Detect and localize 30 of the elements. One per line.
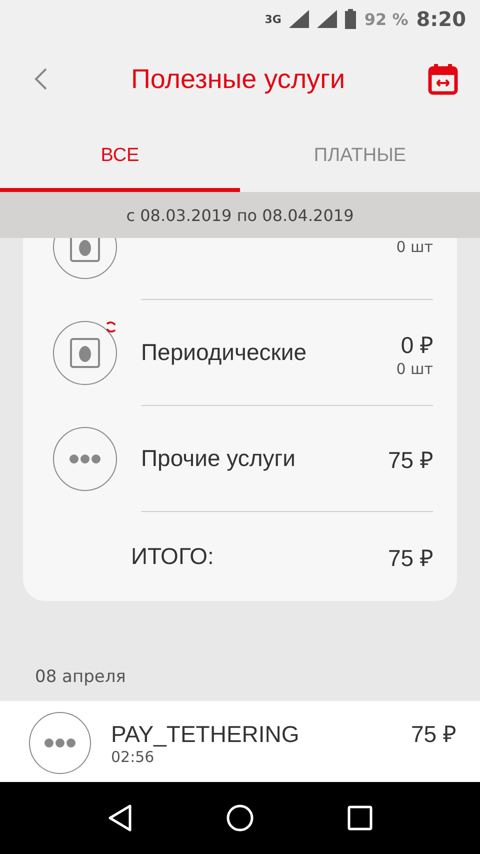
category-count: 0 шт — [396, 360, 433, 378]
refresh-icon — [104, 320, 118, 334]
transaction-amount: 75 ₽ — [411, 720, 456, 749]
period-text: с 08.03.2019 по 08.04.2019 — [126, 206, 354, 224]
transaction-name: PAY_TETHERING — [111, 720, 300, 748]
category-name: Прочие услуги — [141, 445, 297, 472]
network-type: 3G — [264, 12, 282, 26]
transaction-time: 02:56 — [111, 748, 156, 766]
more-icon — [69, 454, 101, 464]
battery-percent: 92 % — [364, 10, 408, 28]
category-amount: 75 ₽ — [388, 446, 433, 474]
home-icon[interactable] — [226, 804, 254, 832]
sim-card-icon — [70, 238, 100, 262]
category-count: 0 шт — [396, 238, 433, 256]
total-label: ИТОГО: — [131, 543, 215, 570]
battery-icon — [345, 9, 356, 29]
category-name: Периодические — [141, 339, 308, 366]
page-title: Полезные услуги — [130, 64, 346, 94]
back-icon[interactable] — [106, 804, 133, 832]
signal-icon — [317, 10, 338, 28]
more-icon — [44, 738, 76, 748]
date-heading: 08 апреля — [35, 667, 126, 687]
signal-icon — [289, 10, 310, 28]
transaction-row[interactable]: PAY_TETHERING 02:56 75 ₽ — [0, 701, 480, 782]
total-amount: 75 ₽ — [388, 544, 433, 572]
sim-card-icon — [70, 338, 100, 368]
recents-icon[interactable] — [347, 805, 374, 831]
category-amount: 0 ₽ — [400, 330, 433, 360]
clock: 8:20 — [416, 7, 466, 31]
calendar-icon[interactable] — [428, 63, 458, 95]
